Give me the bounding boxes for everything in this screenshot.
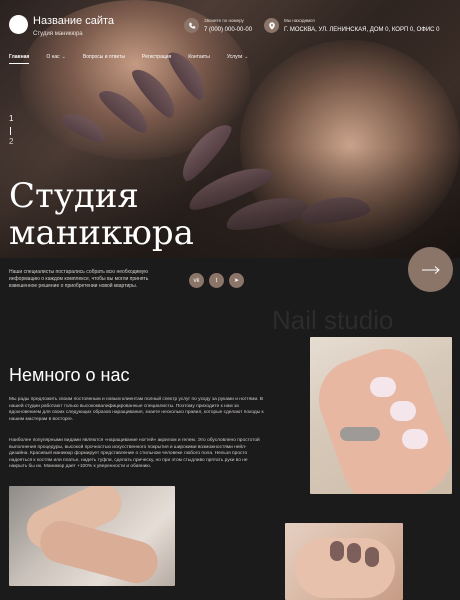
hero-title: Студия маникюра — [9, 176, 194, 253]
nav-item-home[interactable]: Главная — [9, 54, 30, 64]
site-logo[interactable] — [9, 15, 28, 34]
nav-item-faq[interactable]: Вопросы и ответы — [83, 54, 125, 64]
location-icon — [264, 18, 279, 33]
main-nav: Главная О нас ⌄ Вопросы и ответы Регистра… — [9, 54, 265, 64]
nav-item-contacts[interactable]: Контакты — [188, 54, 210, 64]
chevron-down-icon: ⌄ — [244, 54, 249, 60]
nav-item-services[interactable]: Услуги ⌄ — [227, 54, 249, 64]
nails-photo-brown — [285, 523, 403, 600]
phone-icon — [184, 18, 199, 33]
site-subtitle: Студия маникюра — [33, 31, 83, 37]
nav-item-about[interactable]: О нас ⌄ — [46, 54, 66, 64]
about-paragraph-2: Наиболее популярными видами являются «на… — [9, 438, 260, 470]
slide-current: 1 — [9, 114, 14, 123]
watermark-text: Nail studio — [272, 305, 394, 335]
twitter-icon[interactable]: t — [209, 273, 224, 288]
about-title: Немного о нас — [9, 365, 130, 385]
nav-item-registration[interactable]: Регистрация — [142, 54, 171, 64]
about-paragraph-1: Мы рады предложить своим постоянным и но… — [9, 397, 264, 422]
phone-label: Звоните по номеру — [204, 18, 244, 23]
arrow-right-icon — [421, 265, 440, 274]
telegram-icon[interactable]: ➤ — [229, 273, 244, 288]
slide-divider — [10, 127, 11, 135]
slide-total: 2 — [9, 137, 14, 146]
chevron-down-icon: ⌄ — [61, 54, 66, 60]
slider-next-button[interactable] — [408, 247, 453, 292]
hands-photo — [9, 486, 175, 586]
address-text: Г. МОСКВА, УЛ. ЛЕНИНСКАЯ, ДОМ 0, КОРП 0,… — [284, 27, 440, 33]
vk-icon[interactable]: vk — [189, 273, 204, 288]
site-name[interactable]: Название сайта — [33, 15, 114, 27]
nails-photo-pink — [310, 337, 452, 494]
address-label: Мы находимся — [284, 18, 315, 23]
intro-text: Наши специалисты постарались собрать всю… — [9, 269, 149, 289]
phone-number[interactable]: 7 (000) 000-00-00 — [204, 27, 252, 33]
